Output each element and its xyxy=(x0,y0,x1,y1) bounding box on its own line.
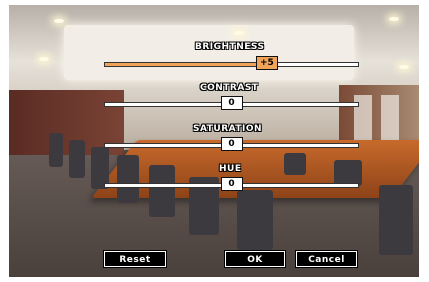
hue-label: HUE xyxy=(219,164,242,174)
ceiling-light xyxy=(399,65,409,69)
reset-button[interactable]: Reset xyxy=(103,250,167,268)
saturation-label: SATURATION xyxy=(193,124,263,134)
chair xyxy=(149,165,175,217)
chair xyxy=(49,133,63,167)
ceiling-light xyxy=(39,57,49,61)
brightness-fill xyxy=(105,63,267,66)
chair xyxy=(284,153,306,175)
chair xyxy=(69,140,85,178)
brightness-label: BRIGHTNESS xyxy=(195,42,265,52)
contrast-value[interactable]: 0 xyxy=(220,96,243,110)
saturation-value[interactable]: 0 xyxy=(220,137,243,151)
ceiling-light xyxy=(389,17,399,21)
ceiling-light xyxy=(234,31,244,35)
chair xyxy=(117,155,139,203)
chair xyxy=(237,190,273,250)
contrast-label: CONTRAST xyxy=(200,83,259,93)
hue-value[interactable]: 0 xyxy=(220,177,243,191)
ceiling-panel xyxy=(64,25,354,80)
brightness-value[interactable]: +5 xyxy=(255,56,278,70)
brightness-slider[interactable]: +5 xyxy=(104,56,359,70)
ok-button[interactable]: OK xyxy=(224,250,286,268)
ceiling-light xyxy=(54,19,64,23)
chair xyxy=(379,185,413,255)
hue-slider[interactable]: 0 xyxy=(104,177,359,191)
cancel-button[interactable]: Cancel xyxy=(295,250,358,268)
saturation-slider[interactable]: 0 xyxy=(104,137,359,151)
contrast-slider[interactable]: 0 xyxy=(104,96,359,110)
